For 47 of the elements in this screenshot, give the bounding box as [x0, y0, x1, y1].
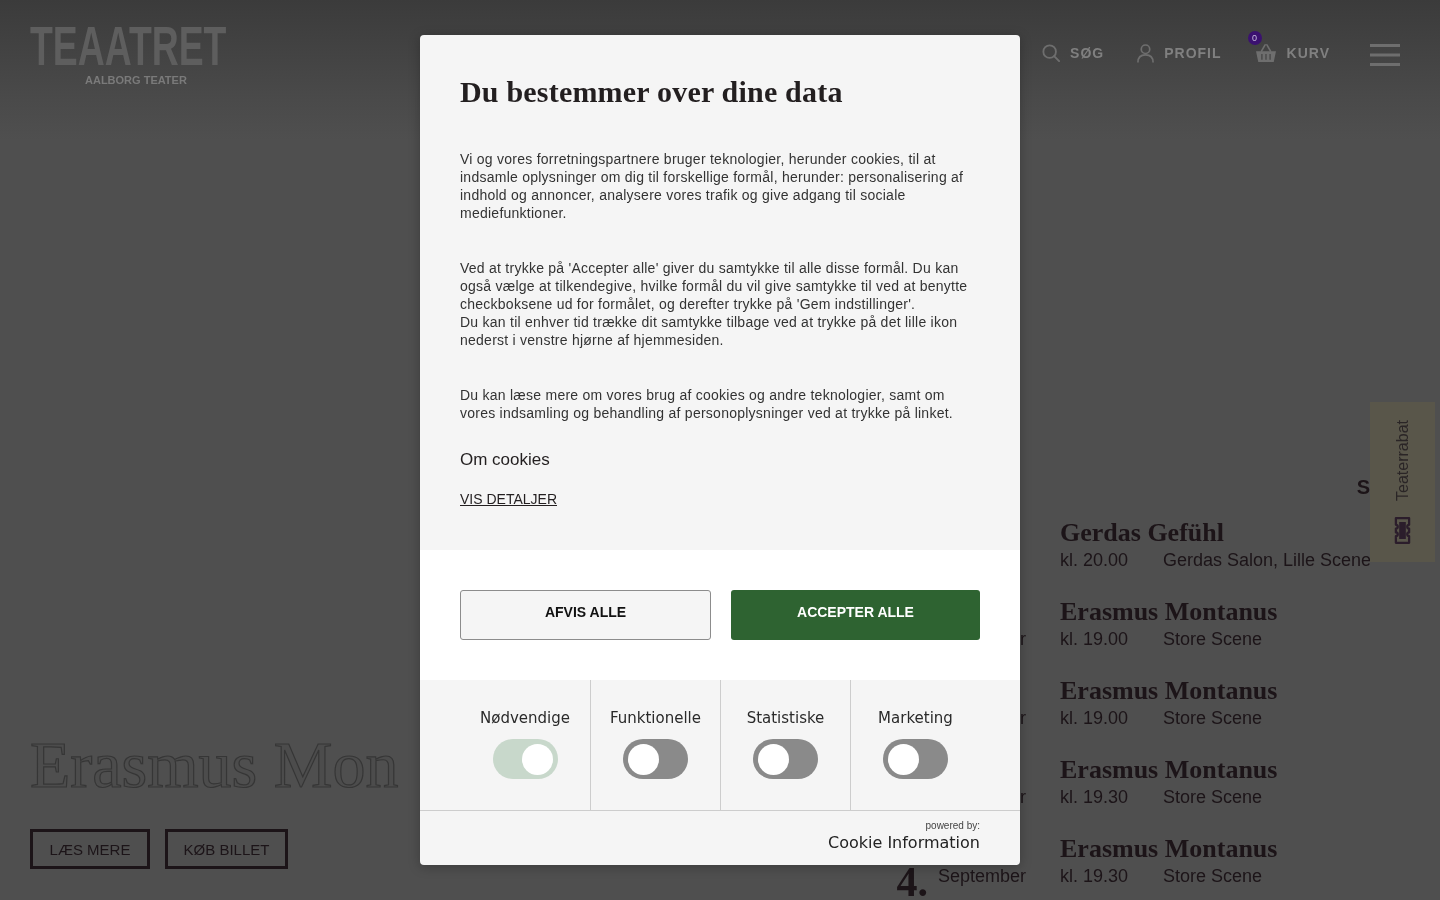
event-time: kl. 20.00: [1060, 549, 1130, 572]
event-venue: Store Scene: [1163, 786, 1263, 809]
cart-count-badge: 0: [1247, 31, 1262, 45]
event-time: kl. 19.00: [1060, 628, 1130, 651]
event-title[interactable]: Erasmus Montanus: [1060, 834, 1278, 864]
toggle-switch[interactable]: [753, 739, 818, 779]
buy-ticket-button[interactable]: KØB BILLET: [165, 829, 288, 869]
event-month: September: [937, 865, 1026, 888]
event-venue: Store Scene: [1163, 628, 1263, 651]
section-heading: S: [1356, 475, 1370, 499]
event-time: kl. 19.30: [1060, 865, 1130, 888]
event-time: kl. 19.30: [1060, 786, 1130, 809]
basket-icon: [1254, 43, 1277, 63]
event-title[interactable]: Erasmus Montanus: [1060, 597, 1278, 627]
category-label: Nødvendige: [480, 708, 570, 728]
accept-all-button[interactable]: ACCEPTER ALLE: [731, 590, 980, 640]
event-venue: Gerdas Salon, Lille Scene: [1163, 549, 1372, 572]
category-label: Funktionelle: [609, 708, 701, 728]
profile-link[interactable]: PROFIL: [1137, 41, 1222, 65]
show-details-link[interactable]: VIS DETALJER: [460, 490, 557, 508]
event-venue: Store Scene: [1163, 865, 1263, 888]
category-label: Marketing: [878, 708, 953, 728]
person-icon: [1137, 43, 1155, 63]
section-title: Om cookies: [460, 449, 551, 471]
event-title[interactable]: Erasmus Montanus: [1060, 755, 1278, 785]
event-time: kl. 19.00: [1060, 707, 1130, 730]
menu-button[interactable]: [1370, 44, 1400, 66]
read-more-button[interactable]: LÆS MERE: [30, 829, 150, 869]
event-title[interactable]: Erasmus Montanus: [1060, 676, 1278, 706]
ticket-icon: [1394, 517, 1411, 544]
search-icon: [1042, 44, 1061, 62]
dialog-paragraph: Vi og vores forretningspartnere bruger teknologier, herunder cookies, til at indsamle oplysninger om dig til forskellige formål, herunder: personalisering af indhold og annoncer, analysere vores trafik og give adgang til sociale mediefunktioner.: [460, 150, 965, 222]
dialog-paragraph: Du kan læse mere om vores brug af cookies og andre teknologier, samt om vores indsamling og behandling af personoplysninger ved at trykke på linket.: [460, 386, 954, 422]
powered-by-label: powered by:: [925, 820, 980, 832]
provider-link[interactable]: Cookie Information: [828, 832, 980, 854]
event-day: 4.: [896, 865, 928, 899]
search-link[interactable]: SØG: [1042, 41, 1105, 65]
reject-all-button[interactable]: AFVIS ALLE: [460, 590, 711, 640]
toggle-switch[interactable]: [883, 739, 948, 779]
menu-icon: [1370, 44, 1400, 66]
dialog-paragraph: Du kan til enhver tid trække dit samtykke tilbage ved at trykke på det lille ikon nederst i venstre hjørne af hjemmesiden.: [460, 313, 959, 349]
toggle-switch[interactable]: [623, 739, 688, 779]
dialog-paragraph: Ved at trykke på 'Accepter alle' giver du samtykke til alle disse formål. Du kan også vælge at tilkendegive, hvilke formål du vil give samtykke til ved at benytte checkboksene ud for formålet, og derefter trykke på 'Gem indstillinger'.: [460, 259, 969, 313]
event-venue: Store Scene: [1163, 707, 1263, 730]
dialog-title: Du bestemmer over dine data: [460, 75, 844, 109]
event-title[interactable]: Gerdas Gefühl: [1060, 518, 1224, 548]
category-label: Statistiske: [746, 708, 825, 728]
